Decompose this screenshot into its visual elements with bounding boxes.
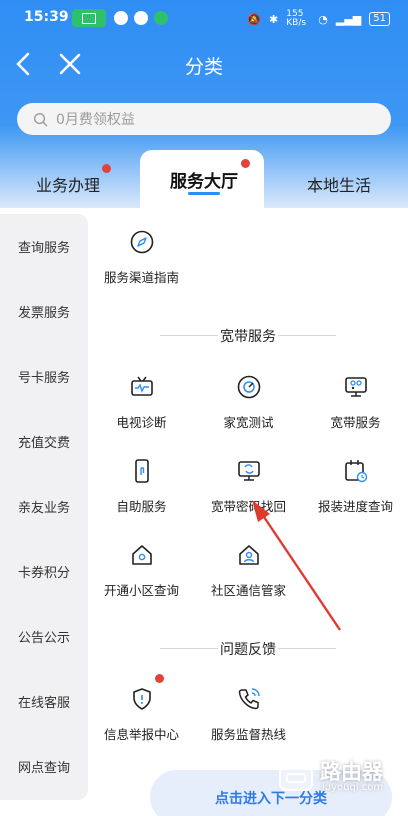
router-logo-icon <box>279 757 313 791</box>
watermark: 路由器 luyouqi.com <box>268 750 408 800</box>
annotation-arrow <box>252 500 341 631</box>
watermark-url: luyouqi.com <box>322 782 384 793</box>
